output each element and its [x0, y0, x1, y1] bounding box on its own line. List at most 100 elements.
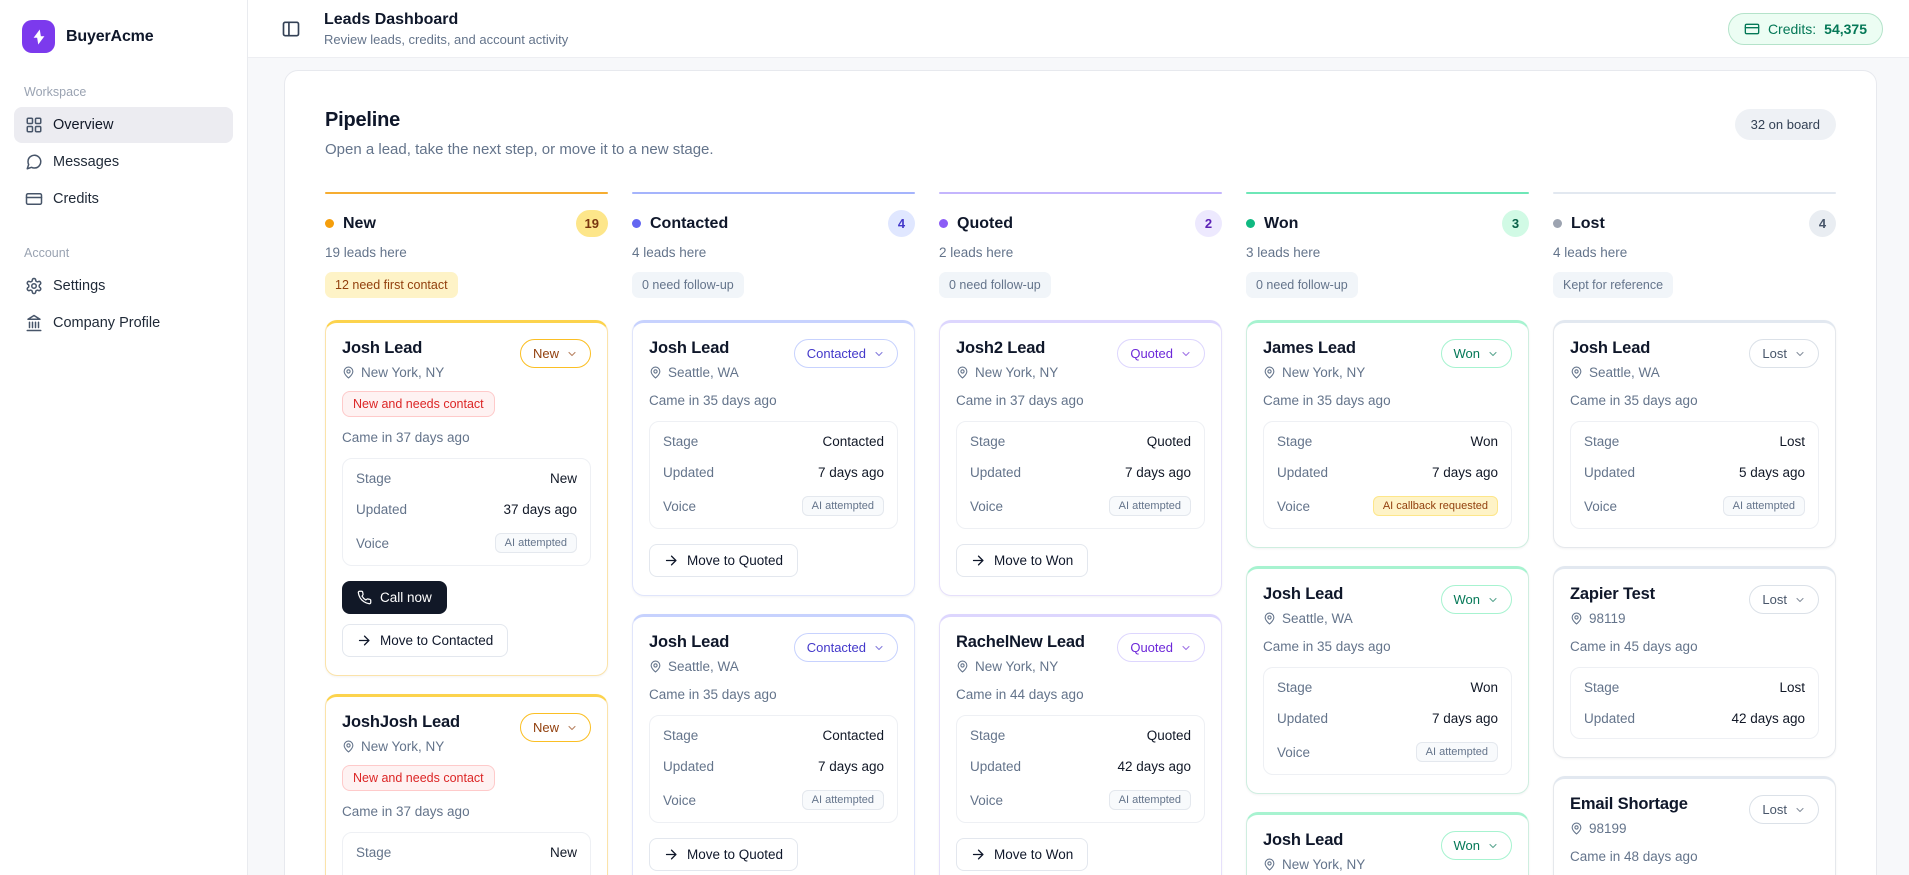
stage-select-button[interactable]: Won — [1440, 339, 1512, 368]
needs-contact-badge: New and needs contact — [342, 765, 495, 791]
stage-select-button[interactable]: Lost — [1749, 795, 1819, 824]
detail-label: Updated — [970, 759, 1022, 774]
detail-label: Voice — [970, 792, 1004, 808]
lead-location-text: New York, NY — [361, 739, 445, 754]
sidebar-item-label: Overview — [53, 117, 114, 133]
lead-name: Josh Lead — [342, 339, 423, 357]
detail-label: Voice — [1277, 744, 1311, 760]
detail-value: Contacted — [822, 434, 884, 449]
move-to-won-button[interactable]: Move to Won — [956, 544, 1089, 577]
detail-row-stage: Stage Lost — [1584, 672, 1805, 703]
move-to-contacted-button[interactable]: Move to Contacted — [342, 624, 509, 657]
detail-row-updated: Updated 7 days ago — [970, 457, 1191, 488]
map-pin-icon — [1570, 366, 1583, 379]
lead-card[interactable]: Email Shortage 98199 Lost Came in 48 days a… — [1553, 776, 1836, 875]
detail-value: Lost — [1779, 680, 1805, 695]
move-to-quoted-button[interactable]: Move to Quoted — [649, 838, 799, 871]
pipeline-title: Pipeline — [325, 109, 401, 131]
move-to-quoted-button[interactable]: Move to Quoted — [649, 544, 799, 577]
call-now-button[interactable]: Call now — [342, 581, 447, 614]
detail-value: 42 days ago — [1117, 759, 1191, 774]
lead-location-text: New York, NY — [975, 365, 1059, 380]
sidebar-item-settings[interactable]: Settings — [14, 268, 233, 304]
column-status-pill: 0 need follow-up — [632, 272, 744, 298]
column-status-pill: Kept for reference — [1553, 272, 1674, 298]
detail-row-voice: Voice AI attempted — [970, 488, 1191, 524]
lead-card[interactable]: James Lead New York, NY Won Came in 35 days… — [1246, 320, 1529, 548]
lead-card[interactable]: Josh2 Lead New York, NY Quoted Came in 37 d… — [939, 320, 1222, 596]
credits-value: 54,375 — [1824, 20, 1867, 37]
lead-location-text: 98119 — [1589, 611, 1626, 626]
detail-value: Won — [1470, 680, 1498, 695]
detail-row-voice: Voice AI attempted — [356, 525, 577, 561]
column-count-badge: 4 — [888, 210, 915, 237]
column-title: Lost — [1571, 214, 1605, 232]
button-label: Move to Won — [994, 553, 1074, 568]
lead-card[interactable]: Josh Lead New York, NY New New and needs co… — [325, 320, 608, 676]
stage-select-button[interactable]: New — [519, 339, 591, 368]
lead-card[interactable]: Josh LeadNew York, NYWonCame in 35 days … — [1246, 812, 1529, 875]
column-leads-count: 19 leads here — [325, 245, 407, 260]
lead-location: Seattle, WA — [1263, 611, 1353, 626]
detail-row-voice: Voice AI callback requested — [1277, 488, 1498, 524]
button-label: Move to Quoted — [687, 553, 784, 568]
lead-card[interactable]: JoshJosh Lead New York, NY New New and need… — [325, 694, 608, 875]
lead-card[interactable]: Josh Lead Seattle, WA Lost Came in 35 days … — [1553, 320, 1836, 548]
lead-location-text: 98199 — [1589, 821, 1627, 836]
column-count-badge: 4 — [1809, 210, 1836, 237]
sidebar-item-label: Messages — [53, 154, 120, 170]
stage-select-button[interactable]: Quoted — [1117, 339, 1205, 368]
lead-details: Stage Lost Updated 5 days ago Voice AI attemp… — [1570, 421, 1819, 529]
detail-label: Stage — [970, 728, 1006, 743]
lead-card[interactable]: Zapier Test 98119 Lost Came in 45 days ago S… — [1553, 566, 1836, 758]
detail-row-updated: Updated 7 days ago — [1277, 703, 1498, 734]
detail-row-stage: Stage New — [356, 837, 577, 868]
map-pin-icon — [342, 366, 355, 379]
lead-age: Came in 35 days ago — [1263, 393, 1391, 408]
content-area: Pipeline Open a lead, take the next step… — [248, 58, 1909, 875]
stage-select-button[interactable]: Contacted — [793, 633, 898, 662]
lead-location: Seattle, WA — [649, 365, 739, 380]
gear-icon — [25, 277, 43, 295]
app-root: BuyerAcme Workspace Overview Messages Cr… — [0, 0, 1909, 875]
brand-name: BuyerAcme — [66, 27, 154, 45]
detail-value: 5 days ago — [1738, 465, 1805, 480]
stage-select-button[interactable]: New — [519, 713, 591, 742]
voice-status-chip: AI attempted — [494, 533, 577, 553]
lead-location-text: Seattle, WA — [668, 659, 739, 674]
sidebar-item-messages[interactable]: Messages — [14, 144, 233, 180]
sidebar-toggle-button[interactable] — [274, 12, 308, 46]
detail-label: Updated — [1277, 465, 1329, 480]
stage-select-button[interactable]: Lost — [1749, 585, 1819, 614]
stage-select-button[interactable]: Won — [1440, 585, 1512, 614]
voice-status-chip: AI attempted — [1108, 496, 1191, 516]
detail-value: Quoted — [1146, 728, 1191, 743]
lead-details: Stage Contacted Updated 7 days ago Voice AI a… — [649, 421, 898, 529]
map-pin-icon — [649, 660, 662, 673]
column-leads-count: 2 leads here — [939, 245, 1014, 260]
sidebar-item-overview[interactable]: Overview — [14, 107, 233, 143]
sidebar-item-company-profile[interactable]: Company Profile — [14, 305, 233, 341]
lead-name: Josh2 Lead — [956, 339, 1046, 357]
voice-status-chip: AI attempted — [1722, 496, 1805, 516]
stage-select-label: Lost — [1762, 346, 1787, 361]
stage-dot-icon — [632, 219, 641, 228]
lead-card[interactable]: Josh Lead Seattle, WA Won Came in 35 days a… — [1246, 566, 1529, 794]
lead-name: Josh Lead — [649, 339, 730, 357]
stage-select-button[interactable]: Lost — [1749, 339, 1819, 368]
move-to-won-button[interactable]: Move to Won — [956, 838, 1089, 871]
stage-select-button[interactable]: Won — [1440, 831, 1512, 860]
page-subtitle: Review leads, credits, and account activ… — [324, 31, 569, 47]
lead-card[interactable]: Josh Lead Seattle, WA Contacted Came in 35 … — [632, 320, 915, 596]
column-title: Quoted — [957, 214, 1013, 232]
stage-select-button[interactable]: Quoted — [1117, 633, 1205, 662]
detail-value: New — [549, 471, 577, 486]
lead-location-text: New York, NY — [975, 659, 1059, 674]
lead-card[interactable]: RachelNew Lead New York, NY Quoted Came in … — [939, 614, 1222, 875]
sidebar-item-credits[interactable]: Credits — [14, 181, 233, 217]
detail-label: Updated — [1584, 711, 1636, 726]
detail-value: 7 days ago — [1431, 711, 1498, 726]
stage-select-button[interactable]: Contacted — [793, 339, 898, 368]
detail-label: Stage — [1584, 434, 1620, 449]
lead-card[interactable]: Josh Lead Seattle, WA Contacted Came in 35 … — [632, 614, 915, 875]
